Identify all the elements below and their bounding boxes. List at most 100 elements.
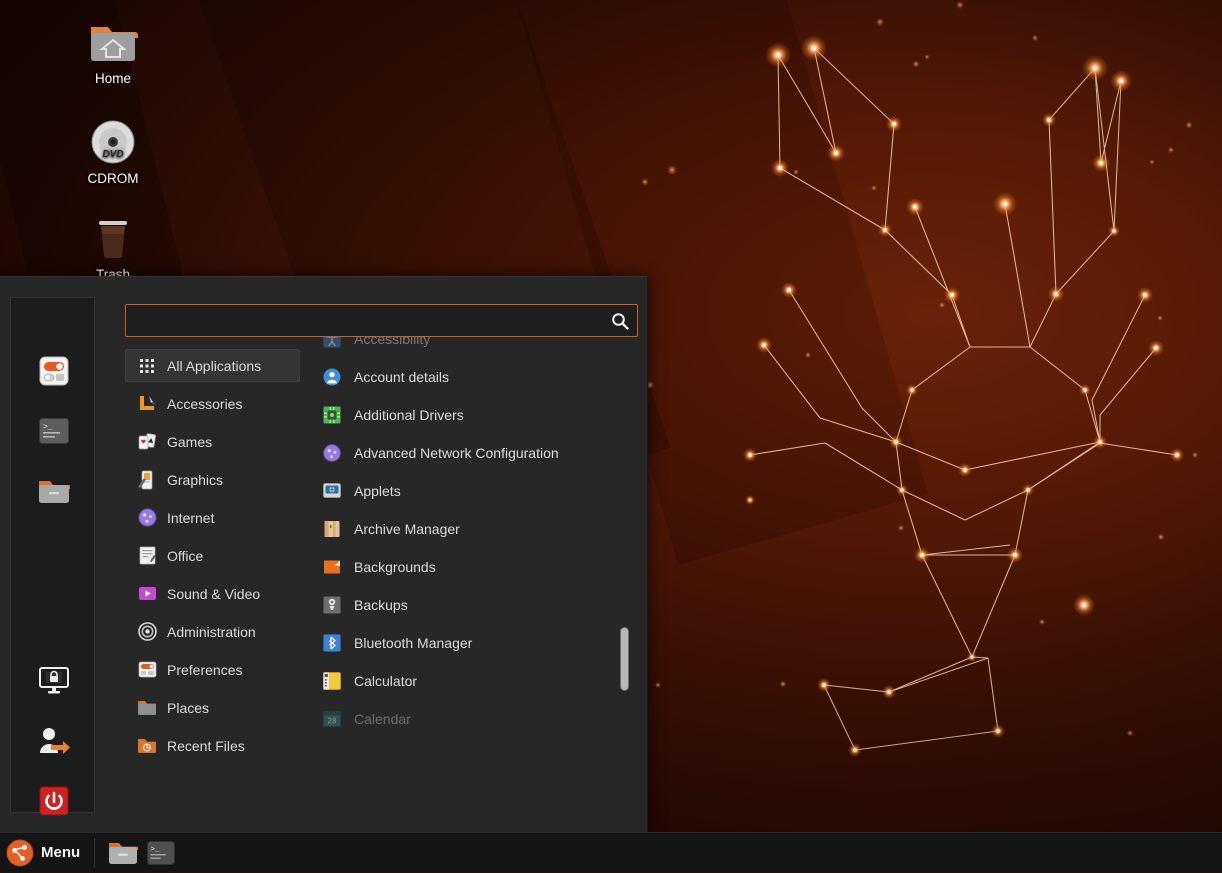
category-item-recent-files[interactable]: Recent Files xyxy=(125,729,300,762)
category-item-administration[interactable]: Administration xyxy=(125,615,300,648)
desktop-icon-trash[interactable]: Trash xyxy=(58,212,168,282)
app-item-calendar[interactable]: 28 Calendar xyxy=(310,700,620,738)
category-item-graphics[interactable]: Graphics xyxy=(125,463,300,496)
app-item-accessibility[interactable]: Accessibility xyxy=(310,337,620,358)
category-item-label: Games xyxy=(167,434,212,450)
terminal-launcher[interactable]: >_ xyxy=(145,837,177,869)
app-item-label: Accessibility xyxy=(354,337,430,347)
terminal-icon: >_ xyxy=(39,418,69,444)
account-icon xyxy=(322,367,342,387)
log-out-button[interactable] xyxy=(11,716,96,766)
trash-bin-icon xyxy=(58,212,168,264)
svg-text:28: 28 xyxy=(328,716,337,725)
applets-icon xyxy=(322,481,342,501)
category-item-label: Office xyxy=(167,548,203,564)
app-item-archive-manager[interactable]: Archive Manager xyxy=(310,510,620,548)
app-item-calculator[interactable]: Calculator xyxy=(310,662,620,700)
category-item-office[interactable]: Office xyxy=(125,539,300,572)
calculator-icon xyxy=(322,671,342,691)
drivers-chip-icon xyxy=(322,405,342,425)
taskbar-separator xyxy=(94,838,95,868)
files-shortcut[interactable] xyxy=(11,466,96,516)
ubuntu-menu-logo-icon xyxy=(6,839,34,867)
category-item-preferences[interactable]: Preferences xyxy=(125,653,300,686)
category-item-all-applications[interactable]: All Applications xyxy=(125,349,300,382)
desktop-icon-label: Home xyxy=(58,71,168,86)
graphics-icon xyxy=(137,470,157,490)
application-list[interactable]: Accessibility Account details xyxy=(310,337,640,801)
folder-icon xyxy=(38,477,70,505)
quit-button[interactable] xyxy=(11,776,96,826)
app-item-label: Applets xyxy=(354,483,401,499)
media-play-icon xyxy=(137,584,157,604)
category-item-label: All Applications xyxy=(167,358,261,374)
home-folder-icon xyxy=(58,16,168,68)
search-input[interactable] xyxy=(126,313,603,328)
internet-globe-icon xyxy=(137,508,157,528)
category-item-label: Administration xyxy=(167,624,256,640)
taskbar[interactable]: Menu >_ xyxy=(0,832,1222,872)
menu-button[interactable]: Menu xyxy=(0,833,90,873)
app-item-label: Backgrounds xyxy=(354,559,436,575)
accessories-icon xyxy=(137,394,157,414)
category-item-label: Recent Files xyxy=(167,738,245,754)
application-menu-panel[interactable]: >_ xyxy=(0,276,648,832)
category-item-label: Accessories xyxy=(167,396,242,412)
category-item-label: Sound & Video xyxy=(167,586,260,602)
category-item-games[interactable]: Games xyxy=(125,425,300,458)
folder-icon xyxy=(108,840,138,866)
category-item-label: Places xyxy=(167,700,209,716)
accessibility-icon xyxy=(322,337,342,349)
app-item-label: Calculator xyxy=(354,673,417,689)
app-item-label: Backups xyxy=(354,597,408,613)
terminal-icon: >_ xyxy=(147,841,175,865)
search-icon[interactable] xyxy=(603,312,637,330)
app-item-advanced-network-configuration[interactable]: Advanced Network Configuration xyxy=(310,434,620,472)
terminal-shortcut[interactable]: >_ xyxy=(11,406,96,456)
scrollbar-thumb[interactable] xyxy=(620,627,629,691)
menu-button-label: Menu xyxy=(41,844,80,861)
app-item-label: Calendar xyxy=(354,711,411,727)
calendar-icon: 28 xyxy=(322,709,342,729)
bluetooth-icon xyxy=(322,633,342,653)
dvd-disc-icon: DVD xyxy=(58,116,168,168)
app-item-label: Account details xyxy=(354,369,449,385)
svg-text:DVD: DVD xyxy=(102,149,123,160)
desktop-icon-home[interactable]: Home xyxy=(58,16,168,86)
lock-screen-icon xyxy=(39,667,69,695)
app-item-label: Bluetooth Manager xyxy=(354,635,472,651)
office-doc-icon xyxy=(137,546,157,566)
app-item-backgrounds[interactable]: Backgrounds xyxy=(310,548,620,586)
app-item-account-details[interactable]: Account details xyxy=(310,358,620,396)
app-item-applets[interactable]: Applets xyxy=(310,472,620,510)
category-item-internet[interactable]: Internet xyxy=(125,501,300,534)
svg-text:>_: >_ xyxy=(43,423,53,432)
app-item-label: Archive Manager xyxy=(354,521,460,537)
administration-icon xyxy=(137,622,157,642)
application-list-scrollbar[interactable] xyxy=(620,627,629,801)
power-icon xyxy=(39,786,69,816)
app-item-backups[interactable]: Backups xyxy=(310,586,620,624)
category-item-places[interactable]: Places xyxy=(125,691,300,724)
desktop-icon-label: CDROM xyxy=(58,171,168,186)
preferences-shortcut[interactable] xyxy=(11,346,96,396)
category-list[interactable]: All Applications Accessories xyxy=(125,349,300,801)
category-item-sound-and-video[interactable]: Sound & Video xyxy=(125,577,300,610)
archive-icon xyxy=(322,519,342,539)
file-manager-launcher[interactable] xyxy=(107,837,139,869)
app-item-additional-drivers[interactable]: Additional Drivers xyxy=(310,396,620,434)
app-item-label: Additional Drivers xyxy=(354,407,464,423)
app-item-bluetooth-manager[interactable]: Bluetooth Manager xyxy=(310,624,620,662)
menu-sidebar[interactable]: >_ xyxy=(10,297,95,813)
app-item-label: Advanced Network Configuration xyxy=(354,445,559,461)
backups-icon xyxy=(322,595,342,615)
network-globe-icon xyxy=(322,443,342,463)
games-cards-icon xyxy=(137,432,157,452)
category-item-accessories[interactable]: Accessories xyxy=(125,387,300,420)
places-folder-icon xyxy=(137,698,157,718)
search-box[interactable] xyxy=(125,304,638,337)
desktop-icon-cdrom[interactable]: DVD CDROM xyxy=(58,116,168,186)
taskbar-launchers[interactable]: >_ xyxy=(99,837,177,869)
category-item-label: Preferences xyxy=(167,662,242,678)
lock-screen-button[interactable] xyxy=(11,656,96,706)
